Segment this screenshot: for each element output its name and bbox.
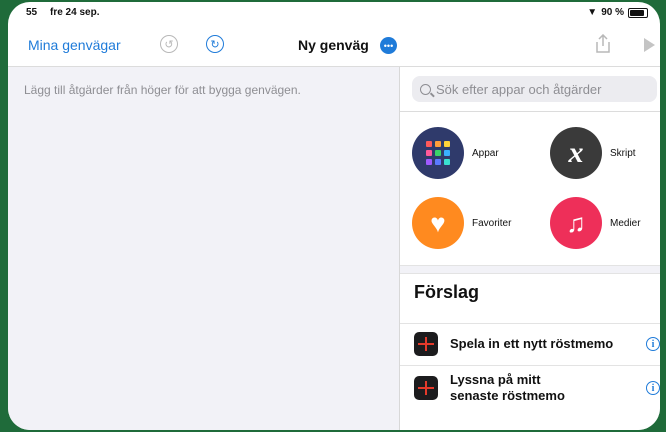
section-divider — [400, 265, 660, 274]
category-label: Medier — [610, 217, 641, 229]
wifi-icon: ▼ — [587, 7, 598, 18]
status-bar: 55 fre 24 sep. ▼ 90 % — [8, 2, 660, 24]
page-title: Ny genväg — [298, 37, 369, 53]
search-field[interactable]: Sök efter appar och åtgärder — [412, 76, 657, 102]
suggestion-label-line2: senaste röstmemo — [450, 388, 565, 403]
suggestions-heading: Förslag — [414, 282, 480, 302]
back-button-my-shortcuts[interactable]: Mina genvägar — [28, 37, 121, 53]
category-label: Skript — [610, 147, 636, 159]
ipad-screen: 55 fre 24 sep. ▼ 90 % Mina genvägar ↺ ↻ … — [8, 2, 660, 430]
music-note-icon: ♫ — [550, 197, 602, 249]
undo-icon[interactable]: ↺ — [160, 35, 178, 53]
redo-icon[interactable]: ↻ — [206, 35, 224, 53]
battery-label: 90 % — [601, 7, 624, 18]
category-skript[interactable]: x Skript — [550, 127, 636, 179]
voice-memo-icon — [414, 376, 438, 400]
search-placeholder: Sök efter appar och åtgärder — [436, 81, 602, 97]
editor-hint: Lägg till åtgärder från höger för att by… — [24, 83, 301, 97]
suggestion-row[interactable]: Lyssna på mitt senaste röstmemo i — [400, 365, 660, 410]
suggestion-label: Lyssna på mitt senaste röstmemo — [450, 372, 565, 404]
share-icon[interactable] — [594, 34, 612, 54]
editor-area[interactable]: Lägg till åtgärder från höger för att by… — [8, 67, 399, 430]
battery-icon — [628, 7, 648, 18]
category-appar[interactable]: Appar — [412, 127, 499, 179]
voice-memo-icon — [414, 332, 438, 356]
battery-fill — [630, 9, 645, 16]
status-date: fre 24 sep. — [50, 7, 100, 18]
play-icon[interactable] — [644, 38, 655, 52]
search-icon — [420, 83, 431, 95]
suggestion-label-line1: Lyssna på mitt — [450, 372, 541, 387]
actions-panel: Sök efter appar och åtgärder Appar x Skr… — [399, 67, 660, 430]
category-label: Appar — [472, 147, 499, 159]
info-icon[interactable]: i — [646, 337, 660, 351]
category-label: Favoriter — [472, 217, 512, 229]
navigation-bar: Mina genvägar ↺ ↻ Ny genväg ••• — [8, 24, 660, 67]
heart-icon: ♥ — [412, 197, 464, 249]
category-medier[interactable]: ♫ Medier — [550, 197, 641, 249]
category-favoriter[interactable]: ♥ Favoriter — [412, 197, 511, 249]
script-x-icon: x — [550, 127, 602, 179]
status-time: 55 — [26, 7, 38, 18]
suggestion-row[interactable]: Spela in ett nytt röstmemo i — [400, 323, 660, 364]
status-right: ▼ 90 % — [587, 7, 648, 18]
divider — [400, 111, 660, 112]
more-options-icon[interactable]: ••• — [380, 37, 397, 54]
info-icon[interactable]: i — [646, 381, 660, 395]
suggestion-label: Spela in ett nytt röstmemo — [450, 336, 614, 351]
apps-grid-icon — [412, 127, 464, 179]
